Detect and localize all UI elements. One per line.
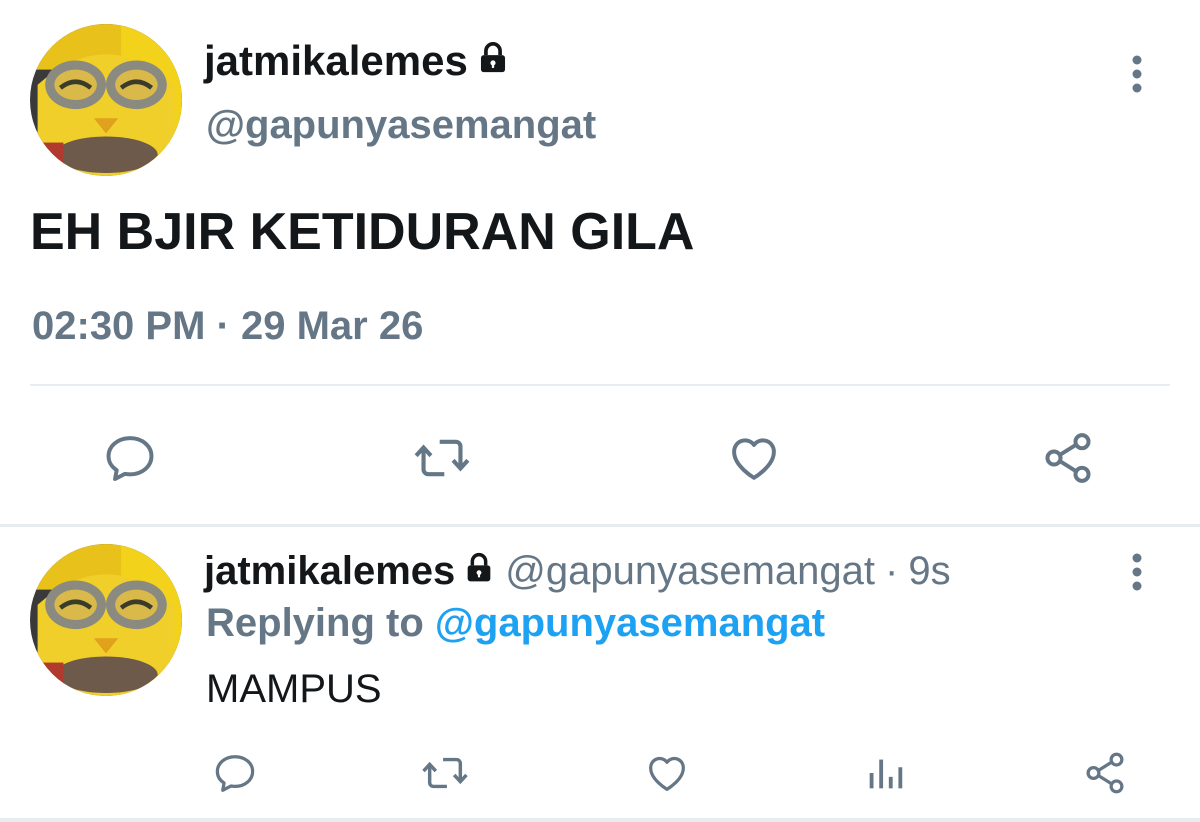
divider bbox=[30, 384, 1170, 386]
tweet-timestamp[interactable]: 02:30 PM · 29 Mar 26 bbox=[32, 300, 423, 352]
minion-avatar-image bbox=[30, 24, 182, 176]
reply-header: jatmikalemes @gapunyasemangat · 9s bbox=[204, 546, 951, 596]
analytics-icon[interactable] bbox=[850, 738, 920, 808]
like-icon[interactable] bbox=[714, 418, 794, 498]
share-icon[interactable] bbox=[1028, 418, 1108, 498]
separator: · bbox=[885, 549, 899, 593]
like-icon[interactable] bbox=[632, 738, 702, 808]
replying-to-mention[interactable]: @gapunyasemangat bbox=[435, 601, 825, 645]
retweet-icon[interactable] bbox=[402, 418, 482, 498]
avatar[interactable] bbox=[30, 24, 182, 176]
handle[interactable]: @gapunyasemangat bbox=[206, 100, 596, 150]
lock-icon bbox=[476, 36, 510, 86]
tweet-text: EH BJIR KETIDURAN GILA bbox=[30, 203, 695, 261]
tweet-text: MAMPUS bbox=[206, 667, 382, 711]
handle[interactable]: @gapunyasemangat bbox=[505, 546, 875, 596]
minion-avatar-image bbox=[30, 544, 182, 696]
reply-icon[interactable] bbox=[90, 418, 170, 498]
replying-to-label: Replying to bbox=[206, 601, 424, 645]
display-name-text[interactable]: jatmikalemes bbox=[204, 546, 455, 596]
avatar[interactable] bbox=[30, 544, 182, 696]
lock-icon bbox=[463, 546, 495, 596]
retweet-icon[interactable] bbox=[410, 738, 480, 808]
divider bbox=[0, 818, 1200, 822]
tweet-age[interactable]: 9s bbox=[908, 546, 950, 596]
display-name[interactable]: jatmikalemes bbox=[204, 36, 510, 86]
reply-icon[interactable] bbox=[200, 738, 270, 808]
replying-to: Replying to @gapunyasemangat bbox=[206, 598, 825, 648]
display-name-text[interactable]: jatmikalemes bbox=[204, 36, 468, 86]
more-options-icon[interactable] bbox=[1117, 542, 1157, 602]
divider bbox=[0, 524, 1200, 527]
more-options-icon[interactable] bbox=[1117, 44, 1157, 104]
share-icon[interactable] bbox=[1070, 738, 1140, 808]
